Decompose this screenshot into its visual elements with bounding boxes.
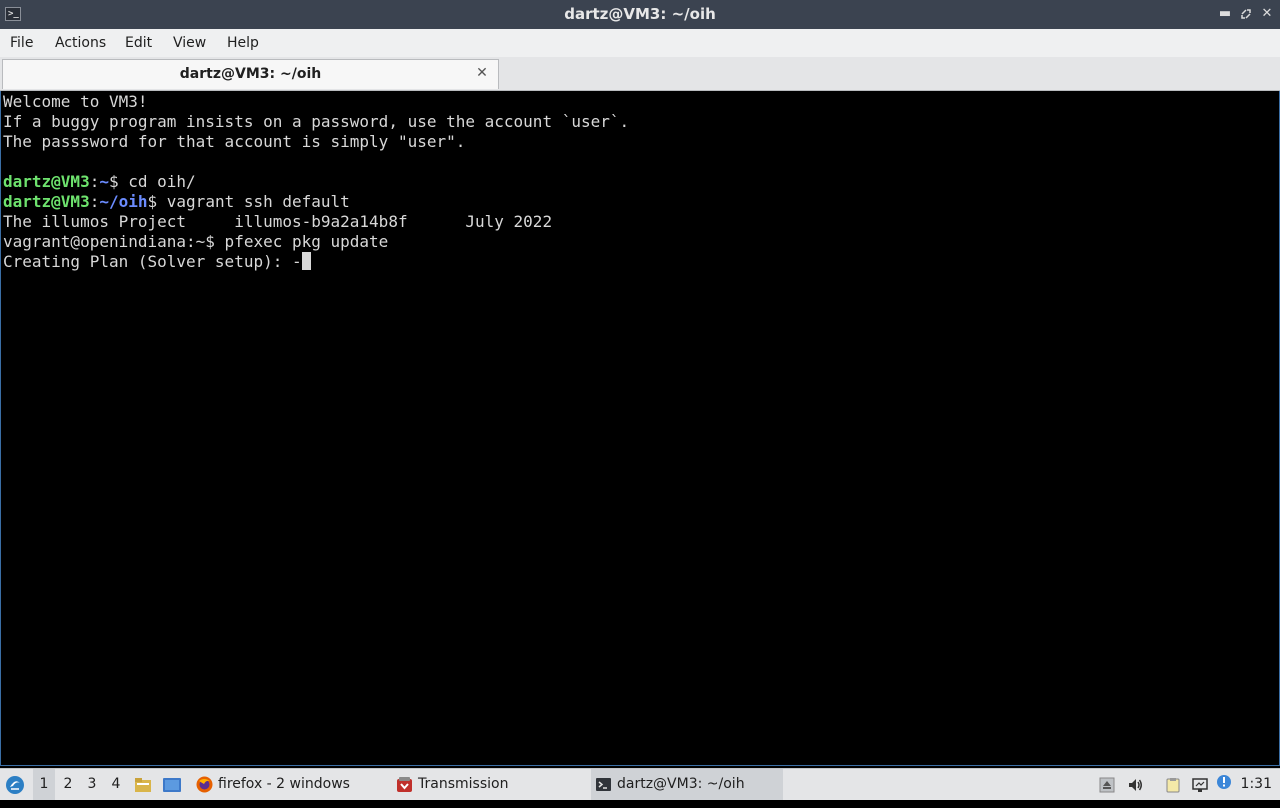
start-menu-icon[interactable]: [4, 769, 28, 800]
menu-file[interactable]: File: [10, 29, 33, 57]
task-firefox[interactable]: firefox - 2 windows: [192, 769, 388, 800]
prompt-command: $ vagrant ssh default: [147, 192, 350, 211]
clock[interactable]: 1:31: [1241, 769, 1272, 800]
task-transmission[interactable]: Transmission: [392, 769, 588, 800]
eject-icon[interactable]: [1099, 777, 1115, 793]
clipboard-icon[interactable]: [1165, 777, 1181, 793]
prompt-path: ~/oih: [99, 192, 148, 211]
task-label: Transmission: [418, 776, 509, 792]
prompt-colon: :: [89, 172, 100, 191]
volume-icon[interactable]: [1127, 777, 1143, 793]
desktop-4[interactable]: 4: [105, 769, 127, 800]
prompt-user: dartz@VM3: [3, 172, 90, 191]
tab-terminal[interactable]: dartz@VM3: ~/oih ✕: [2, 59, 499, 89]
firefox-icon: [196, 776, 213, 793]
menu-help[interactable]: Help: [227, 29, 259, 57]
update-notifier-icon[interactable]: [1216, 774, 1232, 790]
prompt-line: dartz@VM3:~/oih$ vagrant ssh default: [3, 192, 350, 212]
prompt-colon: :: [89, 192, 100, 211]
window-titlebar[interactable]: >_ dartz@VM3: ~/oih ▬ ✕: [0, 0, 1280, 29]
desktop-3[interactable]: 3: [81, 769, 103, 800]
prompt-command: $ cd oih/: [108, 172, 196, 191]
terminal-line: Welcome to VM3!: [3, 92, 148, 111]
taskbar: 1 2 3 4 firefox - 2 windows Transmission…: [0, 768, 1280, 800]
menu-actions[interactable]: Actions: [55, 29, 106, 57]
terminal-cursor: [301, 252, 311, 270]
prompt-user: dartz@VM3: [3, 192, 90, 211]
terminal-line: The passsword for that account is simply…: [3, 132, 466, 151]
status-line: Creating Plan (Solver setup): -: [3, 252, 311, 272]
transmission-icon: [397, 777, 412, 792]
window-title: dartz@VM3: ~/oih: [564, 5, 716, 23]
status-text: Creating Plan (Solver setup): -: [3, 252, 302, 271]
terminal-line: If a buggy program insists on a password…: [3, 112, 630, 131]
file-manager-icon[interactable]: [134, 769, 156, 800]
maximize-icon[interactable]: [1237, 5, 1255, 23]
prompt-path: ~: [99, 172, 109, 191]
tab-close-icon[interactable]: ✕: [474, 65, 490, 81]
terminal-line: The illumos Project illumos-b9a2a14b8f J…: [3, 212, 553, 231]
terminal-area[interactable]: Welcome to VM3! If a buggy program insis…: [0, 91, 1280, 766]
network-icon[interactable]: [1192, 777, 1208, 793]
task-label: firefox - 2 windows: [218, 776, 350, 792]
tab-bar: dartz@VM3: ~/oih ✕: [0, 57, 1280, 91]
desktop-2[interactable]: 2: [57, 769, 79, 800]
show-desktop-icon[interactable]: [162, 769, 184, 800]
menu-bar: File Actions Edit View Help: [0, 29, 1280, 57]
close-icon[interactable]: ✕: [1258, 5, 1276, 23]
menu-edit[interactable]: Edit: [125, 29, 152, 57]
terminal-icon: [596, 778, 611, 791]
desktop-1[interactable]: 1: [33, 769, 55, 800]
task-label: dartz@VM3: ~/oih: [617, 776, 745, 792]
minimize-icon[interactable]: ▬: [1216, 5, 1234, 23]
tab-label: dartz@VM3: ~/oih: [179, 66, 322, 82]
menu-view[interactable]: View: [173, 29, 206, 57]
task-terminal[interactable]: dartz@VM3: ~/oih: [591, 769, 783, 800]
remote-prompt-line: vagrant@openindiana:~$ pfexec pkg update: [3, 232, 389, 251]
prompt-line: dartz@VM3:~$ cd oih/: [3, 172, 196, 192]
